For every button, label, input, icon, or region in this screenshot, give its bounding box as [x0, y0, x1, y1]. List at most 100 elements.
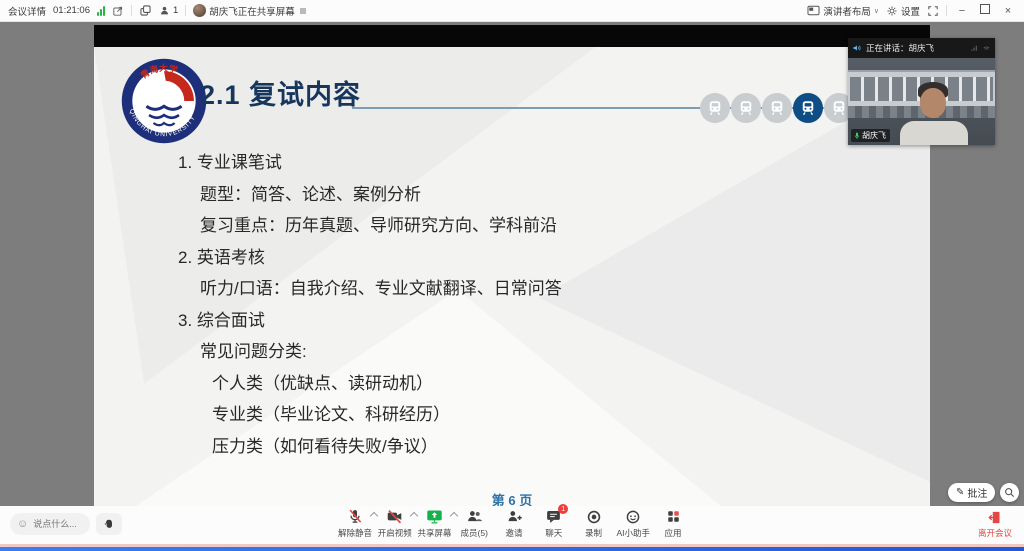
switch-window-icon[interactable]	[139, 4, 152, 17]
slide-line: 3. 综合面试	[178, 305, 562, 337]
apps-button[interactable]: 应用	[654, 508, 692, 543]
audio-icon	[982, 44, 991, 53]
ai-assistant-button[interactable]: AI小助手	[614, 508, 652, 543]
message-group: ☺	[10, 513, 122, 535]
video-header: 正在讲话：胡庆飞	[848, 38, 995, 58]
participant-count: 1	[173, 5, 178, 16]
sharing-status-label: 胡庆飞正在共享屏幕	[209, 4, 295, 18]
maximize-icon	[980, 4, 990, 14]
zoom-button[interactable]	[1000, 483, 1019, 502]
share-screen-icon	[426, 508, 443, 525]
university-logo: 青海大学 QINGHAI UNIVERSITY	[120, 57, 208, 145]
sharing-menu-icon[interactable]	[298, 6, 308, 16]
slide-line: 听力/口语：自我介绍、专业文献翻译、日常问答	[200, 273, 562, 305]
sharer-avatar	[193, 4, 206, 17]
apps-grid-icon	[666, 508, 681, 525]
close-button[interactable]: ×	[1000, 5, 1016, 17]
speaker-layout-label: 演讲者布局	[823, 4, 871, 18]
taskbar-strip	[0, 547, 1024, 551]
record-button[interactable]: 录制	[575, 508, 613, 543]
mic-icon	[854, 132, 860, 140]
slide-line: 复习重点：历年真题、导师研究方向、学科前沿	[200, 210, 562, 242]
shared-slide: 青海大学 QINGHAI UNIVERSITY 2.1 复试内容 1. 专业课笔…	[94, 25, 930, 506]
slide-line: 常见问题分类:	[200, 336, 562, 368]
video-feed: 胡庆飞	[848, 58, 995, 145]
meeting-details-label: 会议详情	[8, 4, 46, 18]
invite-label: 邀请	[505, 527, 522, 539]
participant-count-indicator[interactable]: 1	[159, 5, 178, 16]
chat-button[interactable]: 1 聊天	[535, 508, 573, 543]
slide-line: 2. 英语考核	[178, 242, 562, 274]
chat-unread-badge: 1	[558, 504, 568, 514]
unmute-button[interactable]: 解除静音	[336, 508, 374, 543]
speaker-layout-button[interactable]: 演讲者布局 ∨	[807, 4, 879, 18]
share-screen-button[interactable]: 共享屏幕	[416, 508, 454, 543]
slide-line: 个人类（优缺点、读研动机）	[212, 368, 562, 400]
leave-meeting-button[interactable]: 离开会议	[978, 510, 1012, 539]
record-label: 录制	[585, 527, 602, 539]
slide-content: 1. 专业课笔试 题型：简答、论述、案例分析 复习重点：历年真题、导师研究方向、…	[178, 147, 562, 462]
start-video-button[interactable]: 开启视频	[376, 508, 414, 543]
ai-assistant-label: AI小助手	[616, 527, 650, 539]
fullscreen-icon[interactable]	[927, 5, 939, 17]
members-label: 成员(5)	[461, 527, 488, 539]
invite-button[interactable]: 邀请	[495, 508, 533, 543]
divider	[131, 5, 132, 16]
chat-icon: 1	[545, 508, 562, 525]
network-signal-icon	[97, 6, 105, 16]
settings-button[interactable]: 设置	[886, 4, 920, 18]
train-step-icon	[762, 93, 792, 123]
page-number: 第 6 页	[94, 490, 930, 506]
signal-icon	[970, 44, 979, 53]
message-input[interactable]	[31, 518, 83, 530]
share-floating-controls: ✎ 批注	[948, 483, 1019, 502]
chat-label: 聊天	[545, 527, 562, 539]
settings-label: 设置	[901, 4, 920, 18]
camera-off-icon	[386, 508, 403, 525]
pop-out-icon[interactable]	[112, 5, 124, 17]
maximize-button[interactable]	[977, 4, 993, 17]
slide-line: 题型：简答、论述、案例分析	[200, 179, 562, 211]
unmute-label: 解除静音	[338, 527, 372, 539]
meeting-window: 会议详情 01:21:06 1 胡庆飞正在共享屏幕 演讲者布局 ∨ 设置	[0, 0, 1024, 551]
train-step-icon	[700, 93, 730, 123]
ai-assistant-icon	[625, 508, 641, 525]
main-controls: 解除静音 开启视频 共享屏幕 成员(5) 邀请 1 聊天	[336, 508, 692, 543]
train-step-icon	[731, 93, 761, 123]
annotate-button[interactable]: ✎ 批注	[948, 483, 995, 502]
divider	[946, 5, 947, 16]
chevron-down-icon: ∨	[874, 7, 879, 15]
speaking-now-label: 正在讲话：胡庆飞	[866, 42, 966, 54]
annotate-label: 批注	[967, 485, 987, 500]
magnifier-icon	[1004, 487, 1015, 498]
slide-line: 1. 专业课笔试	[178, 147, 562, 179]
emoji-icon[interactable]: ☺	[17, 519, 28, 530]
slide-line: 专业类（毕业论文、科研经历）	[212, 399, 562, 431]
hand-gesture-icon	[103, 518, 115, 530]
top-toolbar: 会议详情 01:21:06 1 胡庆飞正在共享屏幕 演讲者布局 ∨ 设置	[0, 0, 1024, 22]
gear-icon	[886, 5, 898, 17]
speaker-volume-icon	[852, 43, 862, 53]
slide-top-black-bar	[94, 25, 930, 47]
raise-hand-button[interactable]	[96, 513, 122, 535]
members-button[interactable]: 成员(5)	[455, 508, 493, 543]
speaker-face	[920, 88, 946, 118]
message-input-box[interactable]: ☺	[10, 513, 90, 535]
leave-meeting-label: 离开会议	[978, 527, 1012, 539]
minimize-button[interactable]: −	[954, 5, 970, 17]
leave-door-icon	[987, 510, 1003, 525]
record-icon	[586, 508, 602, 525]
video-header-icons	[970, 44, 991, 53]
meeting-details-button[interactable]: 会议详情	[8, 4, 46, 18]
speaker-video-tile[interactable]: 正在讲话：胡庆飞 胡庆飞	[848, 38, 995, 145]
slide-line: 压力类（如何看待失败/争议）	[212, 431, 562, 463]
apps-label: 应用	[664, 527, 681, 539]
speaker-shoulders	[900, 121, 968, 145]
train-step-icon-active	[793, 93, 823, 123]
start-video-label: 开启视频	[378, 527, 412, 539]
share-screen-label: 共享屏幕	[417, 527, 451, 539]
slide-title: 2.1 复试内容	[200, 73, 361, 112]
video-name-badge: 胡庆飞	[851, 129, 890, 142]
invite-icon	[506, 508, 523, 525]
meeting-timer: 01:21:06	[53, 5, 90, 16]
